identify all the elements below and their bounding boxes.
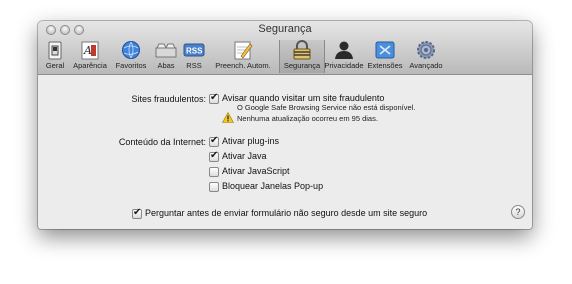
lock-icon xyxy=(293,40,311,60)
enable-plugins-label: Ativar plug-ins xyxy=(222,136,280,146)
toolbar-item-favoritos[interactable]: Favoritos xyxy=(111,40,151,73)
svg-text:RSS: RSS xyxy=(186,47,203,56)
toolbar-item-privacidade[interactable]: Privacidade xyxy=(323,40,365,73)
enable-javascript-checkbox[interactable] xyxy=(209,167,219,177)
toolbar-item-extensoes[interactable]: Extensões xyxy=(365,40,405,73)
internet-content-label: Conteúdo da Internet: xyxy=(118,137,206,147)
svg-text:A: A xyxy=(83,44,92,57)
switch-icon xyxy=(48,41,62,60)
toolbar-item-seguranca[interactable]: Segurança xyxy=(279,40,325,73)
puzzle-icon xyxy=(375,41,395,59)
block-popups-label: Bloquear Janelas Pop-up xyxy=(222,181,324,191)
enable-java-label: Ativar Java xyxy=(222,151,267,161)
warning-icon xyxy=(222,112,234,123)
enable-java-checkbox[interactable] xyxy=(209,150,219,162)
insecure-form-checkbox[interactable] xyxy=(132,207,142,219)
toolbar-item-rss[interactable]: RSS RSS xyxy=(181,40,207,73)
toolbar-item-aparencia[interactable]: A Aparência xyxy=(69,40,111,73)
globe-icon xyxy=(122,41,140,59)
pencil-icon xyxy=(234,41,253,60)
fraud-warning-checkbox[interactable] xyxy=(209,92,219,104)
fraud-warning-label: Avisar quando visitar um site fraudulent… xyxy=(222,93,385,103)
person-icon xyxy=(335,41,353,59)
rss-icon: RSS xyxy=(183,43,205,57)
fraud-sites-label: Sites fraudulentos: xyxy=(131,94,206,104)
toolbar-item-preench-autom[interactable]: Preench. Autom. xyxy=(207,40,279,73)
toolbar: Segurança Geral A Aparência Favoritos Ab… xyxy=(38,21,532,75)
enable-javascript-label: Ativar JavaScript xyxy=(222,166,290,176)
last-update-text: Nenhuma atualização ocorreu em 95 dias. xyxy=(237,114,378,123)
help-button[interactable]: ? xyxy=(511,205,525,219)
preferences-window: Segurança Geral A Aparência Favoritos Ab… xyxy=(38,21,532,229)
safe-browsing-unavailable-text: O Google Safe Browsing Service não está … xyxy=(237,103,416,112)
insecure-form-label: Perguntar antes de enviar formulário não… xyxy=(145,208,428,218)
toolbar-item-geral[interactable]: Geral xyxy=(41,40,69,73)
tabs-icon xyxy=(155,43,177,58)
title-bar: Segurança xyxy=(38,21,532,39)
window-title: Segurança xyxy=(258,23,312,35)
toolbar-item-avancado[interactable]: Avançado xyxy=(405,40,447,73)
gear-icon xyxy=(417,41,435,59)
block-popups-checkbox[interactable] xyxy=(209,182,219,192)
toolbar-item-abas[interactable]: Abas xyxy=(151,40,181,73)
enable-plugins-checkbox[interactable] xyxy=(209,135,219,147)
text-style-icon: A xyxy=(81,41,99,60)
